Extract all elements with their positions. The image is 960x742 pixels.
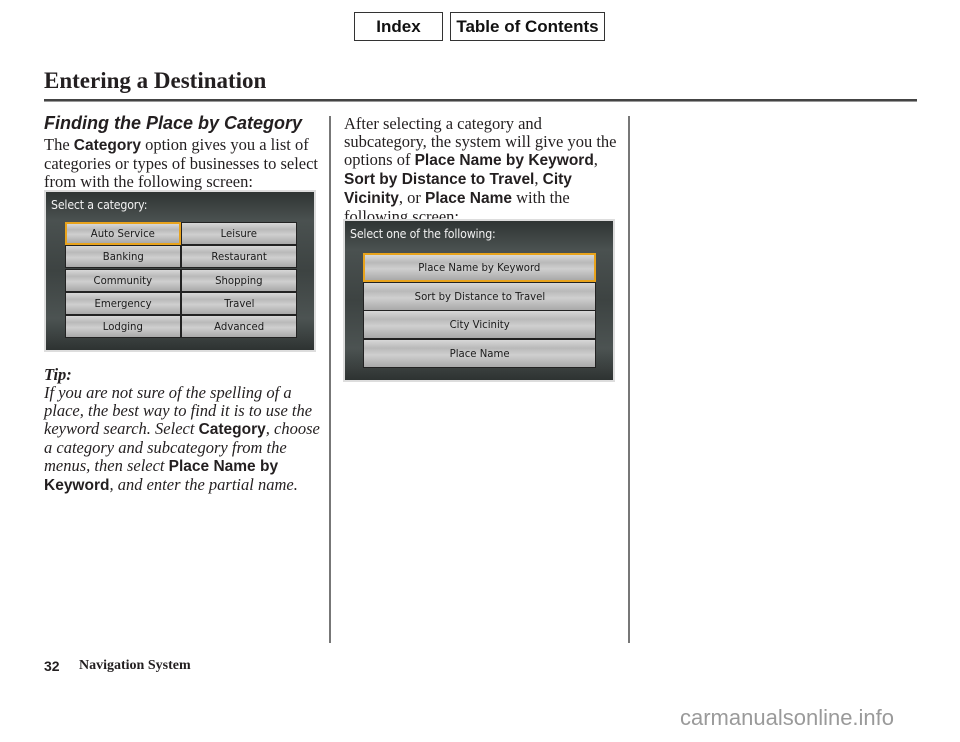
category-option-label: Emergency [94,296,152,310]
body-text: , [534,169,543,188]
tip-block: Tip: If you are not sure of the spelling… [44,366,326,495]
category-option-advanced[interactable]: Advanced [181,315,297,339]
index-button[interactable]: Index [354,12,443,41]
intro-paragraph: The Category option gives you a list of … [44,136,326,191]
place-name-by-keyword-term: Place Name by Keyword [414,152,594,169]
option-label: City Vicinity [449,318,510,332]
category-option-label: Banking [102,250,144,264]
options-paragraph: After selecting a category and subcatego… [344,115,626,226]
table-of-contents-button[interactable]: Table of Contents [450,12,605,41]
page-title: Entering a Destination [44,68,267,93]
category-option-travel[interactable]: Travel [181,291,297,315]
option-place-name[interactable]: Place Name [363,338,596,368]
category-screen-image: Select a category: Auto Service Banking Co… [44,190,316,352]
category-option-emergency[interactable]: Emergency [65,291,181,315]
category-option-label: Lodging [102,320,144,334]
category-option-community[interactable]: Community [65,268,181,292]
category-term: Category [73,137,141,154]
section-heading: Finding the Place by Category [44,113,303,133]
left-column: Finding the Place by Category The Catego… [44,112,326,191]
watermark: carmanualsonline.info [680,705,895,730]
category-option-leisure[interactable]: Leisure [181,222,297,245]
option-label: Place Name [449,346,510,360]
option-place-name-by-keyword[interactable]: Place Name by Keyword [363,253,596,282]
right-column: After selecting a category and subcatego… [344,115,626,226]
place-name-term: Place Name [424,190,513,207]
category-term: Category [198,421,266,438]
footer-label: Navigation System [79,658,191,673]
category-option-banking[interactable]: Banking [65,245,181,269]
category-option-label: Shopping [215,273,263,287]
options-screen-image: Select one of the following: Place Name … [343,219,615,382]
option-city-vicinity[interactable]: City Vicinity [363,310,596,340]
column-divider-left [329,116,331,643]
tip-paragraph: If you are not sure of the spelling of a… [44,384,326,495]
category-option-restaurant[interactable]: Restaurant [181,245,297,269]
category-screen-title: Select a category: [51,198,148,212]
option-label: Place Name by Keyword [418,261,541,274]
body-text: , [593,150,598,169]
option-label: Sort by Distance to Travel [414,289,545,303]
options-screen-title: Select one of the following: [350,227,496,241]
page-number: 32 [44,658,60,674]
title-divider [44,99,917,102]
body-text: , or [398,188,425,207]
sort-by-distance-term: Sort by Distance to Travel [344,171,535,188]
category-option-shopping[interactable]: Shopping [181,268,297,292]
option-sort-by-distance-to-travel[interactable]: Sort by Distance to Travel [363,281,596,311]
category-option-label: Advanced [214,320,264,334]
category-option-label: Community [93,273,153,287]
category-option-lodging[interactable]: Lodging [65,315,181,339]
category-option-auto-service[interactable]: Auto Service [65,222,181,245]
category-option-label: Leisure [220,227,258,240]
tip-text: , and enter the partial name. [109,475,298,494]
category-option-label: Travel [223,296,255,310]
category-option-label: Auto Service [90,227,156,240]
column-divider-right [628,116,630,643]
tip-label: Tip: [44,365,72,384]
intro-text: The [44,135,74,154]
category-option-label: Restaurant [211,250,267,264]
